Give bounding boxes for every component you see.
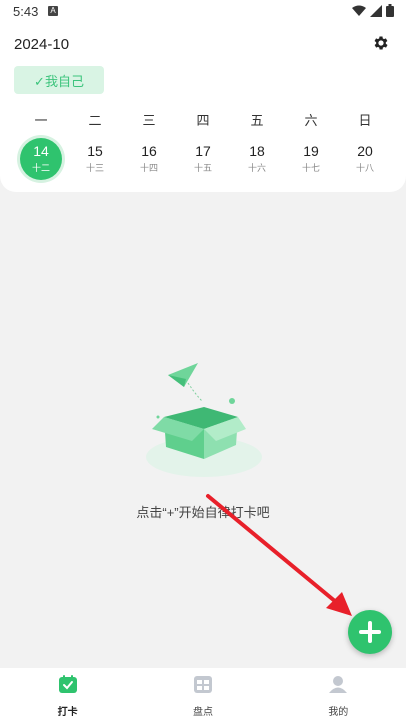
date-number: 20 bbox=[357, 143, 373, 159]
weekday-label: 一 bbox=[34, 113, 48, 128]
day-column[interactable]: 一 14 十二 bbox=[14, 110, 68, 180]
weekday-label: 五 bbox=[250, 113, 264, 128]
week-strip: 一 14 十二 二 15 十三 三 16 十四 四 17 十五 五 18 十六 … bbox=[14, 110, 392, 180]
checkin-icon bbox=[58, 675, 77, 693]
tab-label: 打卡 bbox=[57, 707, 78, 718]
tab-inventory[interactable]: 盘点 bbox=[135, 668, 270, 721]
plus-icon bbox=[359, 621, 381, 643]
empty-state-text: 点击“+”开始自律打卡吧 bbox=[136, 505, 270, 520]
weekday-label: 二 bbox=[88, 113, 102, 128]
gear-icon[interactable] bbox=[372, 34, 390, 52]
date-cell[interactable]: 19 十七 bbox=[290, 138, 332, 180]
calendar-header: 2024-10 ✓我自己 一 14 十二 二 15 十三 三 16 十四 四 1… bbox=[0, 24, 406, 192]
date-cell[interactable]: 15 十三 bbox=[74, 138, 116, 180]
tab-label: 我的 bbox=[328, 707, 349, 718]
day-column[interactable]: 三 16 十四 bbox=[122, 110, 176, 180]
date-cell[interactable]: 17 十五 bbox=[182, 138, 224, 180]
tab-checkin[interactable]: 打卡 bbox=[0, 668, 135, 721]
date-cell[interactable]: 20 十八 bbox=[344, 138, 386, 180]
status-time: 5:43 bbox=[13, 4, 39, 19]
date-number: 19 bbox=[303, 143, 319, 159]
day-column[interactable]: 二 15 十三 bbox=[68, 110, 122, 180]
lunar-date: 十六 bbox=[247, 163, 266, 173]
add-button[interactable] bbox=[348, 610, 392, 654]
empty-box-illustration bbox=[146, 363, 262, 477]
date-number: 16 bbox=[141, 143, 157, 159]
member-chip[interactable]: ✓我自己 bbox=[14, 66, 104, 94]
date-cell[interactable]: 16 十四 bbox=[128, 138, 170, 180]
date-cell-selected[interactable]: 14 十二 bbox=[20, 138, 62, 180]
notification-icon: A bbox=[48, 6, 58, 16]
lunar-date: 十七 bbox=[301, 163, 320, 173]
tab-label: 盘点 bbox=[192, 707, 213, 718]
day-column[interactable]: 五 18 十六 bbox=[230, 110, 284, 180]
weekday-label: 三 bbox=[142, 113, 156, 128]
day-column[interactable]: 六 19 十七 bbox=[284, 110, 338, 180]
date-cell[interactable]: 18 十六 bbox=[236, 138, 278, 180]
lunar-date: 十五 bbox=[193, 163, 212, 173]
status-bar: 5:43 A bbox=[0, 0, 406, 24]
lunar-date: 十二 bbox=[31, 163, 50, 173]
date-number: 17 bbox=[195, 143, 211, 159]
profile-icon bbox=[329, 676, 348, 693]
weekday-label: 日 bbox=[358, 113, 372, 128]
day-column[interactable]: 日 20 十八 bbox=[338, 110, 392, 180]
day-column[interactable]: 四 17 十五 bbox=[176, 110, 230, 180]
battery-icon bbox=[386, 4, 394, 17]
date-number: 14 bbox=[33, 143, 49, 159]
lunar-date: 十八 bbox=[355, 163, 374, 173]
inventory-icon bbox=[193, 676, 212, 693]
lunar-date: 十四 bbox=[139, 163, 158, 173]
bottom-tab-bar: 打卡 盘点 我的 bbox=[0, 668, 406, 721]
signal-icon bbox=[370, 4, 382, 17]
month-label[interactable]: 2024-10 bbox=[14, 36, 69, 53]
tab-profile[interactable]: 我的 bbox=[271, 668, 406, 721]
wifi-icon bbox=[352, 5, 366, 16]
date-number: 18 bbox=[249, 143, 265, 159]
date-number: 15 bbox=[87, 143, 103, 159]
weekday-label: 四 bbox=[196, 113, 210, 128]
weekday-label: 六 bbox=[304, 113, 318, 128]
lunar-date: 十三 bbox=[85, 163, 104, 173]
status-icons bbox=[352, 4, 394, 17]
